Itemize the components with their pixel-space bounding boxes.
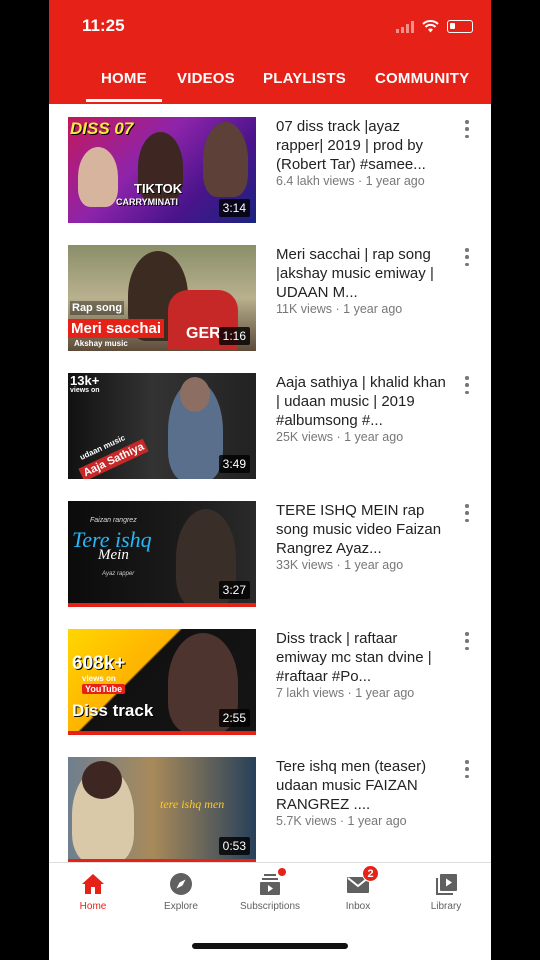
inbox-badge: 2 — [362, 865, 379, 882]
video-thumbnail[interactable]: 608k+ views on YouTube Diss track 2:55 — [68, 629, 256, 735]
video-title[interactable]: Tere ishq men (teaser) udaan music FAIZA… — [276, 757, 446, 814]
thumb-text: Mein — [98, 547, 129, 563]
watch-progress-bar — [68, 731, 256, 735]
thumb-text: Akshay music — [74, 339, 128, 348]
thumb-text: 13k+ — [70, 373, 100, 388]
battery-icon — [447, 20, 473, 33]
nav-inbox[interactable]: 2 Inbox — [318, 865, 398, 912]
nav-subscriptions[interactable]: Subscriptions — [230, 868, 310, 912]
notification-dot — [278, 868, 286, 876]
video-info[interactable]: Diss track | raftaar emiway mc stan dvin… — [276, 629, 446, 700]
video-info[interactable]: Meri sacchai | rap song |akshay music em… — [276, 245, 446, 316]
video-title[interactable]: 07 diss track |ayaz rapper| 2019 | prod … — [276, 117, 446, 174]
video-title[interactable]: Aaja sathiya | khalid khan | udaan music… — [276, 373, 446, 430]
video-duration: 3:14 — [218, 199, 250, 217]
more-options-icon[interactable] — [464, 760, 470, 778]
video-meta: 7 lakh views · 1 year ago — [276, 686, 415, 700]
thumb-text: GER — [186, 325, 221, 342]
video-info[interactable]: Aaja sathiya | khalid khan | udaan music… — [276, 373, 446, 444]
watch-progress-bar — [68, 603, 256, 607]
library-icon — [433, 871, 459, 897]
thumb-text: Faizan rangrez — [90, 517, 137, 524]
video-thumbnail[interactable]: tere ishq men 0:53 — [68, 757, 256, 862]
youtube-logo: YouTube — [82, 684, 126, 694]
thumb-text: DISS 07 — [70, 119, 134, 138]
video-thumbnail[interactable]: Rap song Meri sacchai Akshay music GER 1… — [68, 245, 256, 351]
more-options-icon[interactable] — [464, 504, 470, 522]
channel-header: 11:25 HOME VIDEOS PLAYLISTS COMMUNITY — [49, 0, 491, 104]
thumb-text: views on — [82, 674, 116, 683]
phone-screen: 11:25 HOME VIDEOS PLAYLISTS COMMUNITY DI… — [49, 0, 491, 960]
thumb-text: Meri sacchai — [68, 319, 165, 338]
more-options-icon[interactable] — [464, 376, 470, 394]
video-info[interactable]: TERE ISHQ MEIN rap song music video Faiz… — [276, 501, 446, 572]
video-thumbnail[interactable]: Faizan rangrez Tere ishq Mein Ayaz rappe… — [68, 501, 256, 607]
video-duration: 1:16 — [218, 327, 250, 345]
thumb-text: CARRYMINATI — [116, 197, 178, 207]
nav-label: Library — [430, 901, 462, 912]
inbox-icon: 2 — [345, 865, 379, 897]
wifi-icon — [422, 20, 439, 33]
thumb-text: Diss track — [72, 701, 154, 720]
video-info[interactable]: Tere ishq men (teaser) udaan music FAIZA… — [276, 757, 446, 828]
tab-videos[interactable]: VIDEOS — [177, 70, 235, 87]
video-duration: 3:49 — [218, 455, 250, 473]
thumb-text: tere ishq men — [160, 797, 225, 811]
video-item[interactable]: Faizan rangrez Tere ishq Mein Ayaz rappe… — [49, 488, 491, 616]
nav-library[interactable]: Library — [406, 871, 486, 912]
person-figure — [78, 147, 118, 207]
home-indicator[interactable] — [192, 943, 348, 949]
video-duration: 2:55 — [218, 709, 250, 727]
video-meta: 5.7K views · 1 year ago — [276, 814, 407, 828]
video-meta: 6.4 lakh views · 1 year ago — [276, 174, 425, 188]
active-tab-indicator — [86, 99, 162, 102]
video-title[interactable]: Meri sacchai | rap song |akshay music em… — [276, 245, 446, 302]
video-duration: 3:27 — [218, 581, 250, 599]
video-item[interactable]: tere ishq men 0:53 Tere ishq men (teaser… — [49, 744, 491, 862]
video-title[interactable]: Diss track | raftaar emiway mc stan dvin… — [276, 629, 446, 686]
video-item[interactable]: DISS 07 TIKTOK CARRYMINATI 3:14 07 diss … — [49, 104, 491, 232]
tab-home[interactable]: HOME — [101, 70, 147, 87]
home-icon — [80, 871, 106, 897]
video-meta: 25K views · 1 year ago — [276, 430, 404, 444]
video-item[interactable]: Rap song Meri sacchai Akshay music GER 1… — [49, 232, 491, 360]
video-duration: 0:53 — [218, 837, 250, 855]
person-figure — [203, 122, 248, 197]
tab-playlists[interactable]: PLAYLISTS — [263, 70, 346, 87]
thumb-text: 608k+ — [72, 653, 126, 674]
nav-label: Explore — [164, 901, 198, 912]
video-info[interactable]: 07 diss track |ayaz rapper| 2019 | prod … — [276, 117, 446, 188]
video-thumbnail[interactable]: 13k+ views on udaan music Aaja Sathiya 3… — [68, 373, 256, 479]
nav-label: Home — [79, 901, 107, 912]
video-meta: 11K views · 1 year ago — [276, 302, 403, 316]
more-options-icon[interactable] — [464, 120, 470, 138]
more-options-icon[interactable] — [464, 248, 470, 266]
compass-icon — [168, 871, 194, 897]
status-time: 11:25 — [82, 16, 125, 35]
thumb-text: Ayaz rapper — [102, 571, 135, 577]
nav-label: Inbox — [345, 901, 371, 912]
thumb-text: TIKTOK — [134, 181, 183, 196]
subscriptions-icon — [257, 868, 286, 897]
video-meta: 33K views · 1 year ago — [276, 558, 404, 572]
more-options-icon[interactable] — [464, 632, 470, 650]
thumb-text: Rap song — [70, 301, 125, 315]
status-icons — [396, 20, 473, 33]
person-figure — [82, 761, 122, 799]
video-item[interactable]: 13k+ views on udaan music Aaja Sathiya 3… — [49, 360, 491, 488]
video-thumbnail[interactable]: DISS 07 TIKTOK CARRYMINATI 3:14 — [68, 117, 256, 223]
video-list: DISS 07 TIKTOK CARRYMINATI 3:14 07 diss … — [49, 104, 491, 862]
nav-label: Subscriptions — [239, 901, 301, 912]
tab-community[interactable]: COMMUNITY — [375, 70, 469, 87]
channel-tabs: HOME VIDEOS PLAYLISTS COMMUNITY — [49, 60, 491, 104]
nav-home[interactable]: Home — [53, 871, 133, 912]
video-title[interactable]: TERE ISHQ MEIN rap song music video Faiz… — [276, 501, 446, 558]
person-figure — [180, 377, 210, 412]
nav-explore[interactable]: Explore — [141, 871, 221, 912]
cellular-signal-icon — [396, 20, 414, 33]
video-item[interactable]: 608k+ views on YouTube Diss track 2:55 D… — [49, 616, 491, 744]
thumb-text: views on — [70, 387, 100, 394]
